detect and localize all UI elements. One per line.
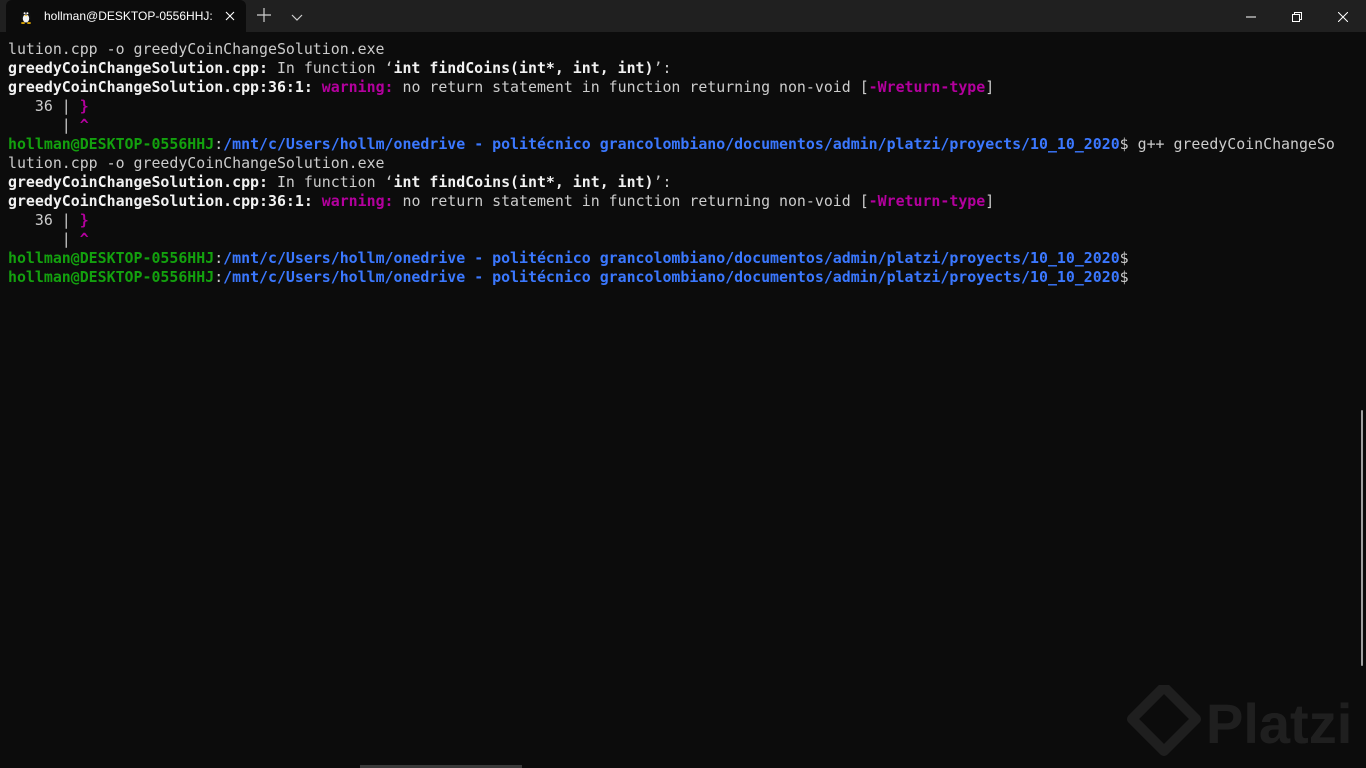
terminal-text-segment: In function ‘ (267, 173, 394, 191)
watermark-text: Platzi (1206, 692, 1352, 755)
terminal-text-segment: : (214, 135, 224, 153)
terminal-text-segment: lution.cpp -o greedyCoinChangeSolution.e… (8, 154, 385, 172)
profiles-dropdown-button[interactable] (287, 6, 307, 26)
restore-icon (1292, 7, 1302, 26)
terminal-text-segment: ’: (653, 173, 672, 191)
terminal-text-segment: | (8, 230, 80, 248)
terminal-line: greedyCoinChangeSolution.cpp: In functio… (8, 59, 1335, 78)
terminal-text-segment: greedyCoinChangeSolution.cpp:36:1: (8, 78, 313, 96)
vertical-scrollbar[interactable] (1361, 410, 1363, 666)
terminal-line: lution.cpp -o greedyCoinChangeSolution.e… (8, 154, 1335, 173)
terminal-tab[interactable]: hollman@DESKTOP-0556HHJ: /mnt/c/Users/ho… (6, 0, 246, 32)
terminal-line: 36 | } (8, 211, 1335, 230)
terminal-text-segment: In function ‘ (267, 59, 394, 77)
terminal-text-segment: ] (985, 78, 995, 96)
terminal-line: hollman@DESKTOP-0556HHJ:/mnt/c/Users/hol… (8, 249, 1335, 268)
terminal-text-segment: int findCoins(int*, int, int) (393, 173, 654, 191)
minimize-button[interactable] (1228, 0, 1274, 32)
terminal-text-segment: : (214, 268, 224, 286)
terminal-text-segment: no return statement in function returnin… (393, 78, 869, 96)
new-tab-button[interactable] (254, 6, 274, 26)
terminal-text-segment: $ (1119, 249, 1129, 267)
terminal-lines: lution.cpp -o greedyCoinChangeSolution.e… (8, 40, 1335, 287)
close-window-button[interactable] (1320, 0, 1366, 32)
platzi-logo-icon: Platzi (1127, 682, 1352, 756)
terminal-text-segment: /mnt/c/Users/hollm/onedrive - politécnic… (223, 249, 1120, 267)
terminal-text-segment: $ (1119, 268, 1129, 286)
terminal-line: 36 | } (8, 97, 1335, 116)
linux-tux-icon (18, 8, 34, 24)
terminal-line: hollman@DESKTOP-0556HHJ:/mnt/c/Users/hol… (8, 268, 1335, 287)
terminal-text-segment: : (214, 249, 224, 267)
close-icon (1337, 7, 1349, 26)
restore-button[interactable] (1274, 0, 1320, 32)
terminal-text-segment: greedyCoinChangeSolution.cpp: (8, 173, 268, 191)
plus-icon (257, 7, 271, 26)
terminal-line: | ^ (8, 230, 1335, 249)
terminal-text-segment: ^ (79, 116, 89, 134)
terminal-text-segment: warning: (321, 78, 394, 96)
terminal-text-segment: ^ (79, 230, 89, 248)
terminal-text-segment: hollman@DESKTOP-0556HHJ (8, 268, 215, 286)
title-bar: hollman@DESKTOP-0556HHJ: /mnt/c/Users/ho… (0, 0, 1366, 32)
terminal-text-segment: greedyCoinChangeSolution.cpp: (8, 59, 268, 77)
terminal-text-segment: } (79, 211, 89, 229)
terminal-line: lution.cpp -o greedyCoinChangeSolution.e… (8, 40, 1335, 59)
terminal-text-segment: $ g++ greedyCoinChangeSo (1119, 135, 1335, 153)
terminal-line: | ^ (8, 116, 1335, 135)
terminal-output[interactable]: lution.cpp -o greedyCoinChangeSolution.e… (0, 32, 1360, 768)
chevron-down-icon (291, 7, 303, 26)
terminal-text-segment: 36 | (8, 211, 80, 229)
platzi-watermark: Platzi (1126, 682, 1356, 761)
terminal-text-segment: } (79, 97, 89, 115)
minimize-icon (1246, 7, 1256, 26)
terminal-text-segment: int findCoins(int*, int, int) (393, 59, 654, 77)
terminal-line: greedyCoinChangeSolution.cpp:36:1: warni… (8, 78, 1335, 97)
terminal-text-segment: /mnt/c/Users/hollm/onedrive - politécnic… (223, 268, 1120, 286)
tab-title: hollman@DESKTOP-0556HHJ: /mnt/c/Users/ho… (44, 9, 214, 23)
close-icon[interactable] (222, 8, 238, 24)
terminal-text-segment: /mnt/c/Users/hollm/onedrive - politécnic… (223, 135, 1120, 153)
terminal-text-segment: ] (985, 192, 995, 210)
terminal-text-segment: hollman@DESKTOP-0556HHJ (8, 249, 215, 267)
terminal-text-segment: greedyCoinChangeSolution.cpp:36:1: (8, 192, 313, 210)
terminal-text-segment: hollman@DESKTOP-0556HHJ (8, 135, 215, 153)
terminal-text-segment: 36 | (8, 97, 80, 115)
terminal-text-segment: | (8, 116, 80, 134)
terminal-line: greedyCoinChangeSolution.cpp: In functio… (8, 173, 1335, 192)
terminal-line: hollman@DESKTOP-0556HHJ:/mnt/c/Users/hol… (8, 135, 1335, 154)
terminal-line: greedyCoinChangeSolution.cpp:36:1: warni… (8, 192, 1335, 211)
terminal-text-segment: -Wreturn-type (868, 78, 986, 96)
terminal-text-segment: warning: (321, 192, 394, 210)
terminal-text-segment: no return statement in function returnin… (393, 192, 869, 210)
terminal-text-segment: -Wreturn-type (868, 192, 986, 210)
terminal-text-segment: ’: (653, 59, 672, 77)
terminal-text-segment: lution.cpp -o greedyCoinChangeSolution.e… (8, 40, 385, 58)
